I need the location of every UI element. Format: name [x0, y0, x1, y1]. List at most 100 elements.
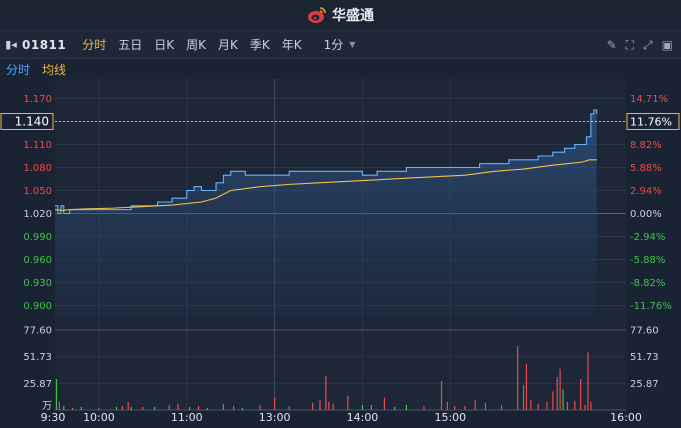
volume-bar — [530, 399, 532, 410]
timeshare-chart[interactable]: 1.170 14.71% 1.110 8.82% 1.080 5.88% 1.050 2.94… — [0, 79, 681, 428]
price-tick-label: 1.110 — [23, 140, 52, 151]
volume-bar — [233, 405, 235, 410]
time-tick-label: 11:00 — [171, 411, 203, 424]
volume-bar — [522, 385, 525, 410]
fullscreen-icon[interactable]: ⛶ — [626, 38, 634, 53]
pct-tick-label: -5.88% — [630, 255, 665, 266]
volume-bar — [325, 375, 327, 410]
volume-bar — [464, 405, 466, 410]
title-bar: 华盛通 — [0, 0, 681, 31]
volume-bar — [274, 397, 276, 410]
volume-bar — [500, 404, 503, 410]
volume-bar — [590, 401, 592, 410]
volume-bar — [562, 389, 564, 410]
price-tick-label: 0.900 — [23, 301, 52, 312]
volume-bar — [58, 401, 60, 410]
volume-bar — [394, 406, 396, 410]
volume-bar — [206, 407, 208, 410]
tab-weekly-k[interactable]: 周K — [186, 36, 206, 53]
volume-bar — [383, 397, 386, 410]
volume-bar — [440, 381, 443, 410]
pct-tick-label: 5.88% — [630, 163, 662, 174]
volume-bar — [259, 404, 261, 410]
expand-icon[interactable]: ⤢ — [643, 38, 653, 53]
volume-bar — [130, 406, 132, 410]
volume-tick-label: 25.87 — [630, 379, 659, 390]
volume-bar — [566, 401, 569, 410]
tab-quarterly-k[interactable]: 季K — [250, 36, 270, 53]
volume-bar — [121, 405, 123, 410]
volume-bar — [347, 395, 349, 410]
volume-bar — [189, 406, 191, 410]
pct-tick-label: 14.71% — [630, 94, 668, 105]
volume-bar — [556, 377, 558, 410]
popout-icon[interactable]: ▣ — [662, 38, 673, 52]
volume-bar — [405, 404, 407, 410]
pct-tick-label: 8.82% — [630, 140, 662, 151]
period-value: 1分 — [323, 38, 344, 52]
volume-bar — [454, 405, 456, 410]
volume-bar — [517, 346, 519, 410]
volume-tick-label: 77.60 — [630, 326, 659, 337]
time-tick-label: 16:00 — [610, 411, 642, 424]
volume-bar — [484, 402, 487, 410]
period-dropdown[interactable]: 1分 ▼ — [324, 36, 356, 53]
price-tick-label: 1.050 — [23, 186, 52, 197]
price-tick-label: 0.930 — [23, 278, 52, 289]
indicator-bar: 分时 均线 — [0, 59, 681, 79]
pct-tick-label: 2.94% — [630, 186, 662, 197]
brand: 华盛通 — [307, 5, 374, 25]
volume-bar — [552, 391, 554, 410]
tab-yearly-k[interactable]: 年K — [282, 36, 302, 53]
pct-tick-label: -2.94% — [630, 232, 665, 243]
tab-monthly-k[interactable]: 月K — [218, 36, 238, 53]
volume-bar — [288, 405, 290, 410]
volume-bar — [115, 406, 118, 410]
price-tick-label: 0.960 — [23, 255, 52, 266]
volume-tick-label: 51.73 — [23, 352, 52, 363]
volume-bar — [80, 406, 82, 410]
current-pct-label: 11.76% — [630, 116, 672, 129]
volume-bar — [71, 407, 74, 410]
volume-bar — [537, 403, 539, 410]
volume-bar — [328, 401, 330, 410]
volume-bar — [587, 352, 589, 410]
volume-tick-label: 77.60 — [23, 326, 52, 337]
toolbar-right-icons: ✎ ⛶ ⤢ ▣ — [607, 31, 673, 59]
volume-bar — [525, 363, 528, 410]
time-tick-label: 14:00 — [347, 411, 379, 424]
tab-timeshare[interactable]: 分时 — [82, 36, 106, 53]
time-tick-label: 15:00 — [434, 411, 466, 424]
volume-bar — [584, 404, 586, 410]
price-tick-label: 1.080 — [23, 163, 52, 174]
collapse-sidebar-icon[interactable]: ▮◂ — [0, 38, 22, 51]
volume-bar — [361, 404, 364, 410]
draw-pen-icon[interactable]: ✎ — [607, 38, 617, 52]
weibo-logo-icon — [308, 7, 326, 23]
volume-bar — [446, 401, 448, 410]
volume-bar — [332, 403, 334, 410]
toolbar: ▮◂ 01811 分时 五日 日K 周K 月K 季K 年K 1分 ▼ ✎ ⛶ ⤢… — [0, 31, 681, 59]
tab-daily-k[interactable]: 日K — [154, 36, 174, 53]
volume-bar — [559, 368, 561, 410]
volume-bar — [312, 402, 314, 410]
volume-bar — [153, 406, 156, 410]
legend-avg-line[interactable]: 均线 — [42, 61, 66, 78]
volume-bar — [546, 401, 548, 410]
legend-timeshare[interactable]: 分时 — [6, 61, 30, 78]
volume-bar — [63, 405, 65, 410]
time-tick-label: 13:00 — [259, 411, 291, 424]
volume-tick-label: 25.87 — [23, 379, 52, 390]
volume-bar — [370, 404, 372, 410]
pct-tick-label: -11.76% — [630, 301, 672, 312]
volume-bar — [127, 401, 129, 410]
volume-tick-label: 51.73 — [630, 352, 659, 363]
volume-bar — [474, 399, 476, 410]
time-tick-label: 10:00 — [83, 411, 115, 424]
price-tick-label: 1.170 — [23, 94, 52, 105]
time-tick-label: 9:30 — [41, 411, 66, 424]
tab-five-day[interactable]: 五日 — [118, 36, 142, 53]
volume-bar — [580, 379, 582, 410]
price-tick-label: 1.020 — [23, 209, 52, 220]
volume-bar — [574, 400, 576, 410]
